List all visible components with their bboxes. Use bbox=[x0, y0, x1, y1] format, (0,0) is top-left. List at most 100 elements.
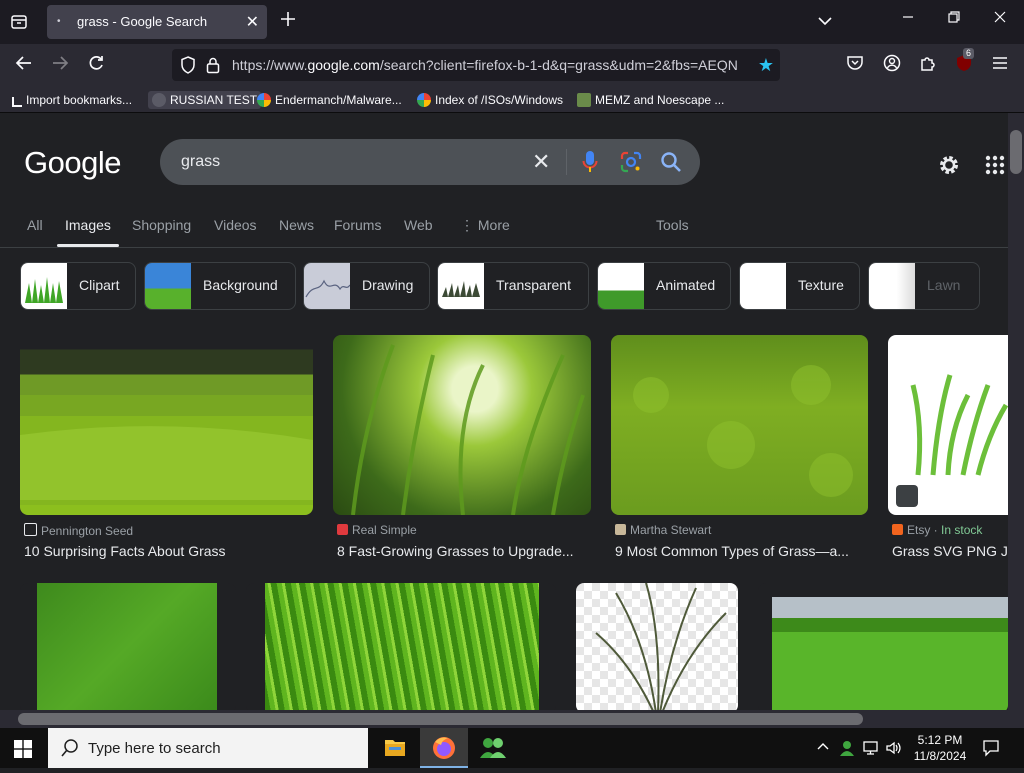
app-menu-button[interactable] bbox=[988, 54, 1012, 78]
search-box[interactable]: grass ✕ bbox=[160, 139, 700, 185]
network-icon[interactable] bbox=[862, 739, 880, 760]
bookmark-import[interactable]: Import bookmarks... bbox=[12, 91, 132, 109]
extensions-button[interactable] bbox=[916, 54, 940, 78]
result-image[interactable] bbox=[758, 583, 1008, 710]
ublock-badge: 6 bbox=[963, 48, 975, 59]
image-result-5[interactable] bbox=[20, 583, 236, 710]
result-image[interactable] bbox=[246, 583, 556, 710]
new-tab-button[interactable] bbox=[280, 10, 296, 33]
tab-videos[interactable]: Videos bbox=[214, 217, 257, 233]
result-image[interactable] bbox=[611, 335, 868, 515]
arrow-right-icon bbox=[53, 56, 69, 70]
result-image[interactable] bbox=[333, 335, 591, 515]
result-title[interactable]: 10 Surprising Facts About Grass bbox=[24, 543, 313, 559]
tab-more[interactable]: ⋮ More bbox=[460, 217, 510, 234]
image-result-3[interactable]: Martha Stewart 9 Most Common Types of Gr… bbox=[611, 335, 868, 565]
bookmark-memz[interactable]: MEMZ and Noescape ... bbox=[577, 91, 724, 109]
tab-google-search[interactable]: • grass - Google Search ✕ bbox=[47, 5, 267, 39]
forward-button[interactable] bbox=[48, 54, 72, 78]
chip-background[interactable]: Background bbox=[144, 262, 296, 310]
people-icon bbox=[480, 738, 506, 758]
result-image[interactable] bbox=[20, 583, 236, 710]
tab-shopping[interactable]: Shopping bbox=[132, 217, 191, 233]
tab-close-icon[interactable]: ✕ bbox=[246, 12, 259, 32]
close-window-button[interactable] bbox=[990, 10, 1010, 30]
minimize-button[interactable] bbox=[898, 10, 918, 30]
ublock-button[interactable]: 6 bbox=[952, 48, 976, 78]
reload-button[interactable] bbox=[84, 54, 108, 78]
voice-search-icon[interactable] bbox=[582, 150, 598, 179]
taskbar-file-explorer[interactable] bbox=[371, 728, 419, 768]
firefox-view-button[interactable] bbox=[9, 12, 29, 32]
tab-web[interactable]: Web bbox=[404, 217, 433, 233]
chip-drawing[interactable]: Drawing bbox=[303, 262, 430, 310]
etsy-logo-icon bbox=[892, 524, 903, 535]
image-result-2[interactable]: Real Simple 8 Fast-Growing Grasses to Up… bbox=[333, 335, 591, 565]
result-image[interactable] bbox=[576, 583, 738, 710]
google-logo[interactable]: Google bbox=[24, 145, 121, 181]
back-button[interactable] bbox=[12, 54, 36, 78]
image-result-8[interactable] bbox=[758, 583, 1008, 710]
google-images-page: Google grass ✕ All Images Shopping Video… bbox=[0, 113, 1008, 710]
image-result-1[interactable]: Pennington Seed 10 Surprising Facts Abou… bbox=[20, 335, 313, 565]
result-image[interactable] bbox=[20, 335, 313, 515]
tracking-protection-icon[interactable] bbox=[180, 56, 196, 79]
chip-label: Clipart bbox=[79, 277, 120, 293]
tab-images[interactable]: Images bbox=[57, 217, 119, 247]
people-tray-icon[interactable] bbox=[838, 739, 856, 760]
google-apps-icon[interactable] bbox=[985, 155, 1005, 180]
tab-title: grass - Google Search bbox=[77, 14, 208, 29]
source-name: Pennington Seed bbox=[41, 524, 134, 538]
taskbar-clock[interactable]: 5:12 PM 11/8/2024 bbox=[905, 732, 975, 764]
chip-clipart[interactable]: Clipart bbox=[20, 262, 136, 310]
result-title[interactable]: 9 Most Common Types of Grass—a... bbox=[615, 543, 868, 559]
chip-lawn[interactable]: Lawn bbox=[868, 262, 980, 310]
restore-button[interactable] bbox=[944, 10, 964, 30]
in-stock-label: In stock bbox=[941, 523, 983, 537]
tab-tools[interactable]: Tools bbox=[656, 217, 689, 233]
image-result-4[interactable]: Etsy · In stock Grass SVG PNG J bbox=[888, 335, 1008, 565]
search-icon[interactable] bbox=[660, 151, 682, 178]
image-result-7[interactable] bbox=[576, 583, 738, 710]
account-button[interactable] bbox=[880, 54, 904, 78]
tab-forums[interactable]: Forums bbox=[334, 217, 381, 233]
tab-news[interactable]: News bbox=[279, 217, 314, 233]
bookmark-isos[interactable]: Index of /ISOs/Windows bbox=[417, 91, 563, 109]
settings-gear-icon[interactable] bbox=[937, 153, 961, 182]
bookmark-endermanch[interactable]: Endermanch/Malware... bbox=[257, 91, 402, 109]
show-hidden-icons-chevron-icon[interactable] bbox=[816, 739, 830, 756]
chip-animated[interactable]: Animated bbox=[597, 262, 731, 310]
search-input[interactable]: grass bbox=[181, 153, 220, 171]
chip-thumbnail bbox=[145, 263, 191, 309]
result-image[interactable] bbox=[888, 335, 1008, 515]
google-lens-icon[interactable] bbox=[620, 151, 642, 178]
vertical-scrollbar-thumb[interactable] bbox=[1010, 130, 1022, 174]
volume-icon[interactable] bbox=[885, 739, 903, 760]
source-name: Etsy bbox=[907, 523, 931, 537]
vertical-scrollbar[interactable] bbox=[1008, 113, 1024, 710]
taskbar-search-box[interactable]: Type here to search bbox=[48, 728, 368, 768]
chip-transparent[interactable]: Transparent bbox=[437, 262, 589, 310]
taskbar-people-app[interactable] bbox=[469, 728, 517, 768]
bookmark-star-icon[interactable]: ★ bbox=[758, 55, 774, 76]
clear-search-icon[interactable]: ✕ bbox=[532, 149, 550, 175]
chip-texture[interactable]: Texture bbox=[739, 262, 860, 310]
address-bar[interactable]: https://www.google.com/search?client=fir… bbox=[172, 49, 780, 81]
bookmark-russian-test[interactable]: RUSSIAN TEST bbox=[148, 91, 262, 109]
url-text[interactable]: https://www.google.com/search?client=fir… bbox=[232, 57, 746, 73]
result-title[interactable]: Grass SVG PNG J bbox=[892, 543, 1008, 559]
tab-all[interactable]: All bbox=[27, 217, 43, 233]
pocket-button[interactable] bbox=[843, 54, 867, 78]
image-result-6[interactable] bbox=[246, 583, 556, 710]
bookmark-label: Index of /ISOs/Windows bbox=[435, 93, 564, 107]
start-button[interactable] bbox=[14, 740, 32, 763]
search-icon bbox=[60, 738, 80, 763]
notification-center-icon[interactable] bbox=[982, 739, 1000, 760]
horizontal-scrollbar-thumb[interactable] bbox=[18, 713, 863, 725]
hamburger-menu-icon bbox=[993, 57, 1007, 69]
result-title[interactable]: 8 Fast-Growing Grasses to Upgrade... bbox=[337, 543, 587, 559]
list-all-tabs-button[interactable] bbox=[816, 12, 834, 35]
lock-icon[interactable] bbox=[206, 56, 220, 79]
firefox-view-icon bbox=[11, 15, 27, 29]
taskbar-firefox[interactable] bbox=[420, 728, 468, 768]
